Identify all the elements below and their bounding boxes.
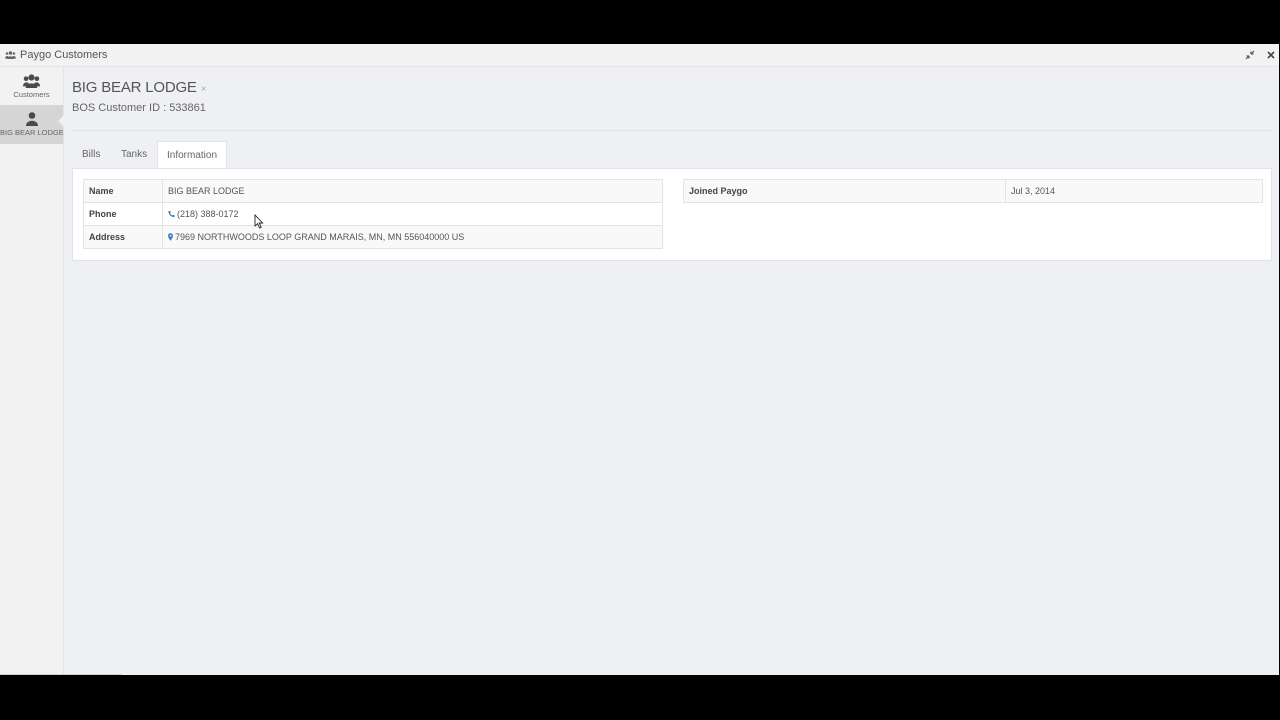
tab-bills[interactable]: Bills <box>82 141 100 167</box>
table-row: Name BIG BEAR LODGE <box>83 179 663 203</box>
page-title: BIG BEAR LODGE × <box>72 79 207 96</box>
sidebar-item-label: Customers <box>13 90 50 99</box>
table-row: Joined Paygo Jul 3, 2014 <box>683 179 1263 203</box>
phone-label: Phone <box>83 202 163 226</box>
app-window: Paygo Customers Customers BIG BEAR LODGE… <box>0 44 1279 675</box>
window-title: Paygo Customers <box>20 49 108 61</box>
table-row: Address 7969 NORTHWOODS LOOP GRAND MARAI… <box>83 225 663 249</box>
joined-paygo-label: Joined Paygo <box>683 179 1006 203</box>
phone-value: (218) 388-0172 <box>177 209 239 219</box>
customer-info-table: Name BIG BEAR LODGE Phone (218) 388-0172… <box>83 179 663 249</box>
map-marker-icon <box>168 233 173 241</box>
divider <box>72 130 1273 131</box>
customer-id: BOS Customer ID : 533861 <box>72 102 206 114</box>
users-icon <box>5 51 16 59</box>
name-label: Name <box>83 179 163 203</box>
close-icon[interactable] <box>1266 50 1276 60</box>
name-value: BIG BEAR LODGE <box>162 179 663 203</box>
sidebar: Customers BIG BEAR LODGE <box>0 67 64 675</box>
window-titlebar: Paygo Customers <box>0 44 1279 67</box>
main-content: BIG BEAR LODGE × BOS Customer ID : 533861… <box>64 67 1279 675</box>
user-icon <box>25 112 38 126</box>
close-tab-button[interactable]: × <box>201 84 207 95</box>
customer-name: BIG BEAR LODGE <box>72 79 197 96</box>
joined-paygo-value: Jul 3, 2014 <box>1005 179 1263 203</box>
membership-info-table: Joined Paygo Jul 3, 2014 <box>683 179 1263 203</box>
tab-tanks[interactable]: Tanks <box>121 141 147 167</box>
tab-information[interactable]: Information <box>157 141 227 169</box>
mouse-cursor-icon <box>254 214 264 229</box>
phone-icon <box>168 210 175 218</box>
address-label: Address <box>83 225 163 249</box>
users-icon <box>23 74 40 88</box>
sidebar-item-label: BIG BEAR LODGE <box>0 128 64 137</box>
address-cell: 7969 NORTHWOODS LOOP GRAND MARAIS, MN, M… <box>162 225 663 249</box>
sidebar-item-customer-detail[interactable]: BIG BEAR LODGE <box>0 105 64 144</box>
phone-cell: (218) 388-0172 <box>162 202 663 226</box>
information-panel: Name BIG BEAR LODGE Phone (218) 388-0172… <box>72 168 1272 261</box>
table-row: Phone (218) 388-0172 <box>83 202 663 226</box>
address-value: 7969 NORTHWOODS LOOP GRAND MARAIS, MN, M… <box>175 232 465 242</box>
collapse-icon[interactable] <box>1245 50 1255 60</box>
